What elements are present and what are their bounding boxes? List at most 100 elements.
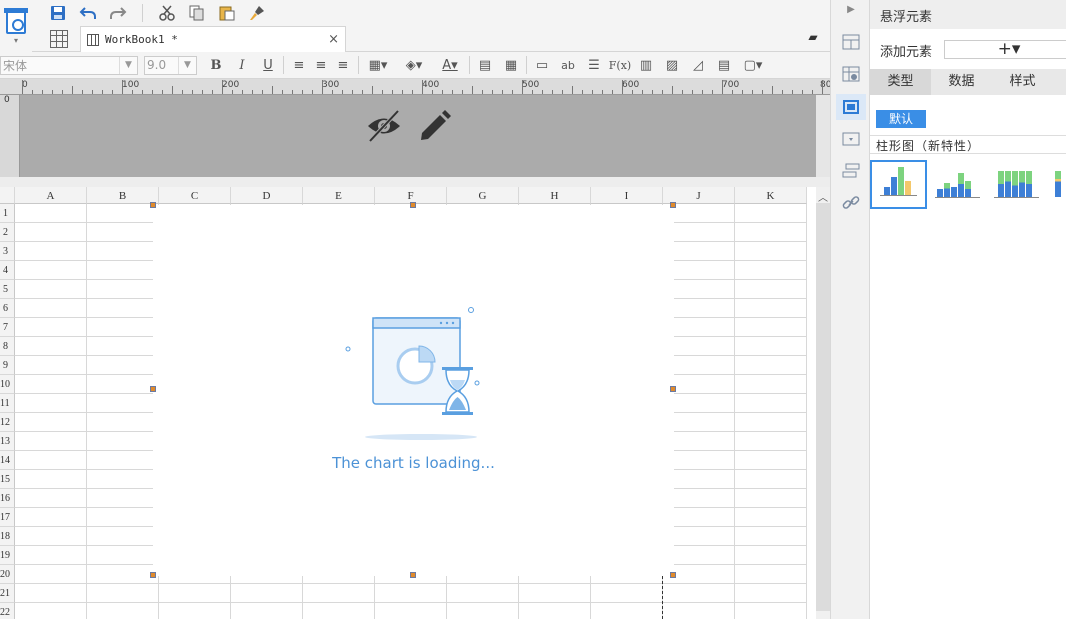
chart-type-clustered-column[interactable]: [870, 160, 927, 209]
layer-icon[interactable]: [842, 163, 860, 179]
row-header-6[interactable]: 6: [0, 299, 15, 318]
row-header-19[interactable]: 19: [0, 546, 15, 565]
undo-icon[interactable]: [78, 3, 98, 23]
hidden-eye-icon[interactable]: [366, 109, 402, 146]
row-header-9[interactable]: 9: [0, 356, 15, 375]
cell-element-icon[interactable]: [842, 34, 860, 50]
float-element-icon[interactable]: ▢▾: [739, 55, 767, 75]
row-header-17[interactable]: 17: [0, 508, 15, 527]
diagonal-icon[interactable]: ◿: [687, 55, 709, 75]
align-left-icon[interactable]: ≡: [288, 55, 310, 75]
split-cells-icon[interactable]: ▦: [500, 55, 522, 75]
chart-float-element[interactable]: The chart is loading...: [153, 205, 674, 576]
new-sheet-icon[interactable]: [50, 30, 68, 48]
resize-handle[interactable]: [670, 572, 676, 578]
resize-handle[interactable]: [670, 386, 676, 392]
ruler-mark: 400: [422, 80, 440, 90]
merge-cells-icon[interactable]: ▤: [474, 55, 496, 75]
select-all-corner[interactable]: [0, 187, 15, 204]
format-painter-icon[interactable]: [247, 3, 267, 23]
tab-style[interactable]: 样式: [992, 69, 1053, 95]
column-header-a[interactable]: A: [15, 187, 87, 204]
scrollbar-thumb[interactable]: [816, 203, 830, 611]
font-family-select[interactable]: 宋体 ▼: [0, 55, 138, 75]
ruler-tick: [582, 90, 583, 94]
row-header-21[interactable]: 21: [0, 584, 15, 603]
bold-button[interactable]: B: [205, 55, 227, 75]
fill-color-icon[interactable]: ◈▾: [399, 55, 429, 75]
row-header-11[interactable]: 11: [0, 394, 15, 413]
row-header-1[interactable]: 1: [0, 204, 15, 223]
collapse-ribbon-icon[interactable]: ▰: [804, 30, 822, 48]
border-icon[interactable]: ▦▾: [363, 55, 393, 75]
paragraph-icon[interactable]: ☰: [583, 55, 605, 75]
chart-icon[interactable]: ▥: [635, 55, 657, 75]
row-header-10[interactable]: 10: [0, 375, 15, 394]
italic-button[interactable]: I: [231, 55, 253, 75]
align-center-icon[interactable]: ≡: [310, 55, 332, 75]
underline-button[interactable]: U: [257, 55, 279, 75]
column-header-b[interactable]: B: [87, 187, 159, 204]
chevron-up-icon[interactable]: ︿: [818, 189, 828, 204]
paste-icon[interactable]: [217, 3, 237, 23]
row-header-13[interactable]: 13: [0, 432, 15, 451]
ruler-tick: [742, 90, 743, 94]
float-element-icon[interactable]: [842, 99, 860, 115]
save-icon[interactable]: [48, 3, 68, 23]
resize-handle[interactable]: [410, 202, 416, 208]
row-header-2[interactable]: 2: [0, 223, 15, 242]
font-size-select[interactable]: 9.0 ▼: [144, 55, 197, 75]
chevron-right-icon[interactable]: ▶: [842, 4, 860, 20]
image-icon[interactable]: ▨: [661, 55, 683, 75]
column-header-e[interactable]: E: [303, 187, 375, 204]
row-header-15[interactable]: 15: [0, 470, 15, 489]
resize-handle[interactable]: [150, 386, 156, 392]
resize-handle[interactable]: [410, 572, 416, 578]
close-tab-icon[interactable]: ×: [328, 32, 339, 47]
line-icon[interactable]: ▭: [531, 55, 553, 75]
resize-handle[interactable]: [150, 572, 156, 578]
resize-handle[interactable]: [670, 202, 676, 208]
pencil-icon[interactable]: [418, 109, 452, 146]
app-logo-icon[interactable]: ▾: [0, 0, 32, 52]
cell-attribute-icon[interactable]: [842, 66, 860, 82]
row-header-4[interactable]: 4: [0, 261, 15, 280]
column-header-i[interactable]: I: [591, 187, 663, 204]
scrollbar-top[interactable]: [816, 95, 830, 177]
font-color-icon[interactable]: A▾: [435, 55, 465, 75]
link-icon[interactable]: [842, 195, 860, 211]
redo-icon[interactable]: [108, 3, 128, 23]
row-header-12[interactable]: 12: [0, 413, 15, 432]
chart-type-percent-column[interactable]: [988, 160, 1045, 209]
vertical-scrollbar[interactable]: ︿: [816, 187, 830, 619]
row-header-16[interactable]: 16: [0, 489, 15, 508]
row-header-3[interactable]: 3: [0, 242, 15, 261]
row-header-18[interactable]: 18: [0, 527, 15, 546]
widget-icon[interactable]: [842, 131, 860, 147]
tab-workbook1[interactable]: WorkBook1 * ×: [80, 26, 346, 52]
resize-handle[interactable]: [150, 202, 156, 208]
row-header-20[interactable]: 20: [0, 565, 15, 584]
row-header-14[interactable]: 14: [0, 451, 15, 470]
cut-icon[interactable]: [157, 3, 177, 23]
chart-type-stacked-column[interactable]: [929, 160, 986, 209]
row-header-5[interactable]: 5: [0, 280, 15, 299]
formula-icon[interactable]: F(x): [609, 55, 631, 75]
align-right-icon[interactable]: ≡: [332, 55, 354, 75]
column-header-g[interactable]: G: [447, 187, 519, 204]
column-header-c[interactable]: C: [159, 187, 231, 204]
copy-icon[interactable]: [187, 3, 207, 23]
chart-type-more[interactable]: [1047, 160, 1066, 209]
tab-data[interactable]: 数据: [931, 69, 992, 95]
row-header-7[interactable]: 7: [0, 318, 15, 337]
tab-type[interactable]: 类型: [870, 69, 931, 95]
column-header-d[interactable]: D: [231, 187, 303, 204]
column-header-k[interactable]: K: [735, 187, 807, 204]
default-button[interactable]: 默认: [876, 110, 926, 128]
sub-report-icon[interactable]: ▤: [713, 55, 735, 75]
text-icon[interactable]: ab: [557, 55, 579, 75]
column-header-h[interactable]: H: [519, 187, 591, 204]
row-header-8[interactable]: 8: [0, 337, 15, 356]
row-header-22[interactable]: 22: [0, 603, 15, 619]
add-element-button[interactable]: +▾: [944, 40, 1066, 59]
